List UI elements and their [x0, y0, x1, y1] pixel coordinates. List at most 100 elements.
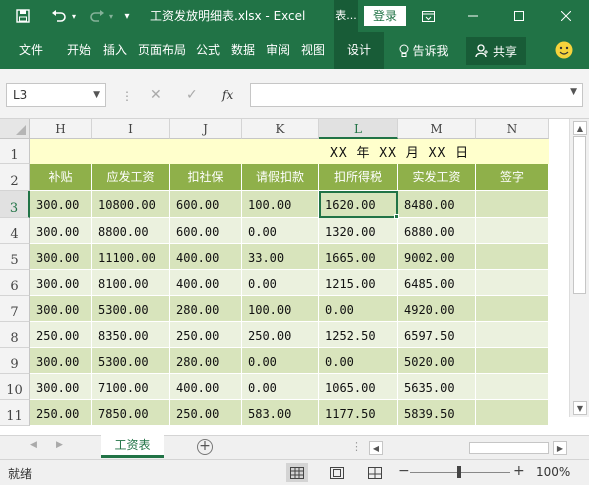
zoom-percentage[interactable]: 100% [536, 465, 570, 479]
horizontal-scroll-thumb[interactable] [469, 442, 549, 454]
table-cell[interactable]: 300.00 [30, 374, 92, 400]
table-cell[interactable]: 8350.00 [92, 322, 170, 348]
table-cell[interactable]: 0.00 [242, 348, 319, 374]
scroll-left-icon[interactable]: ◀ [369, 441, 383, 455]
undo-icon[interactable] [48, 0, 70, 32]
table-cell[interactable]: 5839.50 [398, 400, 476, 426]
tab-home[interactable]: 开始 [62, 32, 96, 69]
table-cell[interactable] [476, 400, 549, 426]
table-cell[interactable]: 280.00 [170, 296, 242, 322]
worksheet-grid[interactable]: H I J K L M N 1 2 3 4 5 6 7 8 9 10 11 XX 年 XX 月 XX… [0, 119, 589, 435]
table-cell[interactable] [476, 322, 549, 348]
selected-cell[interactable]: 1620.00 [319, 191, 398, 218]
column-header-m[interactable]: M [398, 119, 476, 139]
expand-formula-bar-icon[interactable]: ▼ [570, 87, 577, 97]
table-cell[interactable]: 8800.00 [92, 218, 170, 244]
table-cell[interactable]: 11100.00 [92, 244, 170, 270]
minimize-icon[interactable] [450, 0, 496, 32]
table-cell[interactable]: 1215.00 [319, 270, 398, 296]
tab-view[interactable]: 视图 [297, 32, 329, 69]
zoom-slider-thumb[interactable] [457, 466, 461, 478]
tab-page-layout[interactable]: 页面布局 [134, 32, 190, 69]
row-header-2[interactable]: 2 [0, 164, 30, 191]
table-cell[interactable]: 6485.00 [398, 270, 476, 296]
table-cell[interactable] [476, 348, 549, 374]
row-header-5[interactable]: 5 [0, 244, 30, 270]
table-cell[interactable]: 4920.00 [398, 296, 476, 322]
select-all-button[interactable] [0, 119, 30, 139]
table-cell[interactable]: 600.00 [170, 218, 242, 244]
table-cell[interactable]: 300.00 [30, 191, 92, 218]
table-cell[interactable]: 400.00 [170, 374, 242, 400]
table-cell[interactable]: 100.00 [242, 296, 319, 322]
table-cell[interactable]: 300.00 [30, 348, 92, 374]
table-cell[interactable]: 0.00 [242, 270, 319, 296]
table-cell[interactable] [476, 218, 549, 244]
customize-toolbar-icon[interactable]: ▾ [120, 0, 134, 32]
cancel-entry-icon[interactable]: ✕ [150, 83, 162, 107]
table-cell[interactable]: 33.00 [242, 244, 319, 270]
vertical-scrollbar[interactable]: ▲ ▼ [569, 119, 589, 417]
tab-formulas[interactable]: 公式 [192, 32, 224, 69]
column-header-j[interactable]: J [170, 119, 242, 139]
table-cell[interactable]: 0.00 [242, 374, 319, 400]
login-button[interactable]: 登录 [364, 6, 406, 26]
tab-data[interactable]: 数据 [227, 32, 259, 69]
formula-input[interactable]: ▼ [250, 83, 583, 107]
tell-me-box[interactable]: 告诉我 [392, 32, 456, 69]
table-cell[interactable]: 300.00 [30, 218, 92, 244]
table-cell[interactable]: 7100.00 [92, 374, 170, 400]
formula-bar-grip-icon[interactable]: ⋮ [121, 89, 133, 103]
page-layout-view-icon[interactable] [326, 463, 348, 482]
horizontal-scrollbar[interactable]: ◀ ▶ [369, 441, 567, 455]
name-box[interactable]: L3 ▼ [6, 83, 106, 107]
tab-design[interactable]: 设计 [334, 32, 384, 69]
row-header-10[interactable]: 10 [0, 374, 30, 400]
table-cell[interactable]: 0.00 [319, 348, 398, 374]
table-cell[interactable]: 400.00 [170, 244, 242, 270]
column-header-h[interactable]: H [30, 119, 92, 139]
row-header-1[interactable]: 1 [0, 139, 30, 164]
table-cell[interactable]: 6597.50 [398, 322, 476, 348]
table-cell[interactable] [476, 296, 549, 322]
column-title-cell[interactable]: 扣所得税 [319, 164, 398, 191]
table-cell[interactable]: 583.00 [242, 400, 319, 426]
column-header-i[interactable]: I [92, 119, 170, 139]
table-cell[interactable]: 250.00 [170, 322, 242, 348]
table-cell[interactable]: 250.00 [30, 400, 92, 426]
redo-icon[interactable] [86, 0, 108, 32]
table-cell[interactable]: 100.00 [242, 191, 319, 218]
scroll-down-icon[interactable]: ▼ [573, 401, 587, 415]
table-cell[interactable] [476, 374, 549, 400]
row-header-11[interactable]: 11 [0, 400, 30, 426]
scroll-right-icon[interactable]: ▶ [553, 441, 567, 455]
normal-view-icon[interactable] [286, 463, 308, 482]
sheet-tab-salary[interactable]: 工资表 [101, 435, 164, 457]
table-cell[interactable]: 400.00 [170, 270, 242, 296]
row-header-8[interactable]: 8 [0, 322, 30, 348]
save-icon[interactable] [12, 0, 34, 32]
maximize-icon[interactable] [496, 0, 542, 32]
table-cell[interactable] [476, 270, 549, 296]
row-header-7[interactable]: 7 [0, 296, 30, 322]
redo-dropdown-icon[interactable]: ▾ [106, 0, 116, 32]
table-tools-context-tab[interactable]: 表... [334, 0, 358, 32]
date-title-cell[interactable]: XX 年 XX 月 XX 日 [30, 139, 549, 164]
column-header-n[interactable]: N [476, 119, 549, 139]
table-cell[interactable]: 300.00 [30, 270, 92, 296]
column-title-cell[interactable]: 扣社保 [170, 164, 242, 191]
sheet-prev-icon[interactable]: ◀ [30, 440, 37, 450]
share-button[interactable]: 共享 [466, 37, 526, 65]
zoom-in-icon[interactable]: + [513, 463, 525, 479]
sheet-next-icon[interactable]: ▶ [56, 440, 63, 450]
add-sheet-icon[interactable]: + [197, 439, 213, 455]
tab-review[interactable]: 审阅 [262, 32, 294, 69]
table-cell[interactable] [476, 244, 549, 270]
table-cell[interactable]: 10800.00 [92, 191, 170, 218]
insert-function-button[interactable]: fx [222, 83, 233, 107]
table-cell[interactable]: 250.00 [30, 322, 92, 348]
table-cell[interactable]: 0.00 [242, 218, 319, 244]
tab-file[interactable]: 文件 [14, 32, 48, 69]
row-header-4[interactable]: 4 [0, 218, 30, 244]
table-cell[interactable]: 250.00 [242, 322, 319, 348]
